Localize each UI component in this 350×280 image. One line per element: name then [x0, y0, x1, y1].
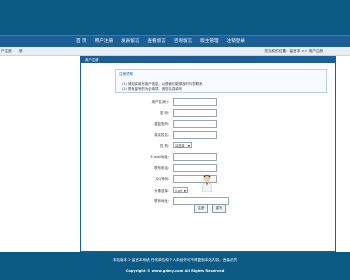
- gender-label: 性 别:: [159, 144, 169, 148]
- register-notice: 注册须知 (1) 请如实填写用户信息，以便我们能够及时与您联系 (2) 带有星号…: [115, 69, 327, 93]
- submit-button[interactable]: 注册: [194, 204, 208, 213]
- realname-label: 真实姓名:: [154, 133, 169, 137]
- username-row: 用户名(帐):: [81, 98, 335, 106]
- panel-title: 用户注册: [81, 57, 335, 63]
- realname-row: 真实姓名:: [81, 131, 335, 139]
- gender-select-value: 请选择: [175, 144, 185, 148]
- username-input[interactable]: [173, 98, 217, 106]
- email-label: E-mail地址:: [150, 155, 169, 159]
- footer-notice: 本站版本 2 留言本系统 任何单位和个人未经许可不得复制本站内容，违者必究: [112, 258, 238, 262]
- address-label: 联系地址:: [154, 199, 169, 203]
- breadcrumb-left-text: 户注册: [1, 48, 12, 53]
- nav-consult[interactable]: 咨询留言: [170, 36, 196, 47]
- confirm-password-input[interactable]: [173, 120, 217, 128]
- nav-register[interactable]: 用户注册: [91, 36, 117, 47]
- address-row: 联系地址:: [81, 197, 335, 205]
- chevron-down-icon: ▼: [187, 144, 190, 148]
- nav-home[interactable]: 首 页: [72, 36, 91, 47]
- realname-input[interactable]: [173, 131, 217, 139]
- reset-button[interactable]: 重写: [212, 204, 226, 213]
- phone-label: 联系电话:: [154, 166, 169, 170]
- notice-line-2: (2) 带有星号的为必填项，请您认真填写: [122, 87, 183, 91]
- avatar-preview: [201, 175, 213, 192]
- confirm-password-row: 重复密码:: [81, 120, 335, 128]
- email-row: E-mail地址:: [81, 153, 335, 161]
- footer-copyright: Copyright © www.gdmy.com All Rights Rese…: [125, 269, 225, 273]
- notice-heading: 注册须知: [119, 72, 134, 76]
- qq-label: QQ号码:: [155, 177, 169, 181]
- confirm-password-label: 重复密码:: [154, 122, 169, 126]
- chevron-down-icon: ▼: [183, 189, 186, 193]
- breadcrumb-left-sub: 册: [18, 48, 23, 53]
- breadcrumb-left: 户注册 册: [1, 49, 23, 54]
- phone-input[interactable]: [173, 164, 217, 172]
- avatar-label: 头像选择:: [154, 189, 169, 193]
- nav-admin[interactable]: 版主管理: [196, 36, 222, 47]
- password-row: 密 码:: [81, 109, 335, 117]
- breadcrumb: 您当前的位置：留言本 >> 用户注册: [264, 48, 323, 53]
- nav-view-messages[interactable]: 查看留言: [143, 36, 169, 47]
- header-banner: [0, 0, 350, 35]
- breadcrumb-bar: 户注册 册 您当前的位置：留言本 >> 用户注册: [0, 47, 350, 56]
- phone-row: 联系电话:: [81, 164, 335, 172]
- gender-select[interactable]: 请选择 ▼: [173, 142, 192, 148]
- password-label: 密 码:: [159, 111, 169, 115]
- email-input[interactable]: [173, 153, 217, 161]
- avatar-select-value: 0.gif: [175, 189, 183, 193]
- register-panel: 用户注册 注册须知 (1) 请如实填写用户信息，以便我们能够及时与您联系 (2)…: [80, 56, 336, 252]
- gender-row: 性 别: 请选择 ▼: [81, 142, 335, 150]
- nav-post-message[interactable]: 发表留言: [117, 36, 143, 47]
- nav-logout[interactable]: 注销登录: [223, 36, 249, 47]
- avatar-select[interactable]: 0.gif ▼: [173, 187, 188, 193]
- username-label: 用户名(帐):: [151, 100, 169, 104]
- password-input[interactable]: [173, 109, 217, 117]
- footer: 本站版本 2 留言本系统 任何单位和个人未经许可不得复制本站内容，违者必究 Co…: [0, 252, 350, 280]
